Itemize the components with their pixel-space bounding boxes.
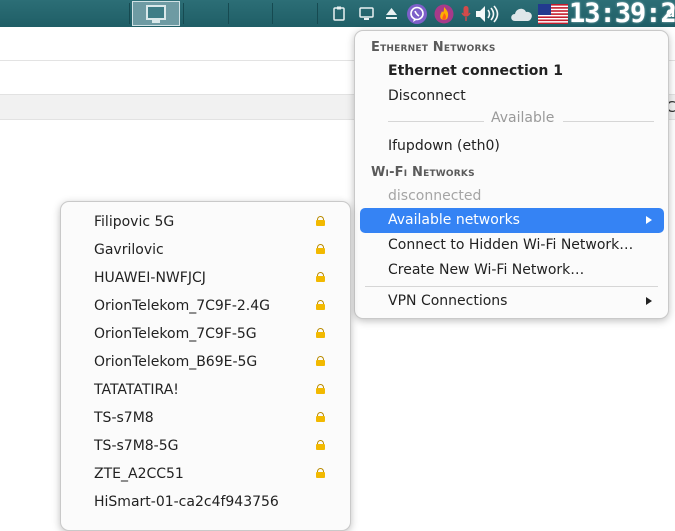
weather-cloud-icon[interactable] [508,0,536,27]
clipboard-icon[interactable] [330,0,348,27]
available-networks-item[interactable]: Available networks [355,208,668,233]
wifi-ssid: Gavrilovic [94,242,164,258]
wifi-network-item[interactable]: OrionTelekom_B69E-5G [61,348,350,376]
lock-icon [316,468,325,478]
available-divider-right [563,121,654,122]
panel-separator [317,3,318,24]
wifi-status-item: disconnected [355,184,668,209]
available-divider-left [388,121,484,122]
display-thumbnail-icon [146,5,166,23]
ifupdown-label: Ifupdown (eth0) [388,138,500,154]
connect-hidden-label: Connect to Hidden Wi-Fi Network… [388,237,634,253]
wifi-network-item[interactable]: Gavrilovic [61,236,350,264]
available-label: Available [491,110,555,126]
wifi-network-item[interactable]: HUAWEI-NWFJCJ [61,264,350,292]
wifi-network-item[interactable]: OrionTelekom_7C9F-2.4G [61,292,350,320]
lock-icon [316,384,325,394]
ifupdown-item[interactable]: Ifupdown (eth0) [355,134,668,159]
workspace-switcher[interactable] [132,1,180,26]
lock-icon [316,328,325,338]
create-new-network-item[interactable]: Create New Wi-Fi Network… [355,258,668,283]
lock-icon [316,272,325,282]
wifi-ssid: TS-s7M8-5G [94,438,179,454]
wifi-ssid: OrionTelekom_7C9F-2.4G [94,298,271,314]
ethernet-connection-label: Ethernet connection 1 [388,63,563,79]
volume-icon[interactable] [474,0,500,27]
submenu-arrow-icon [646,216,652,224]
ethernet-networks-header: Ethernet Networks [371,40,496,55]
menu-separator [365,286,658,287]
user-menu-label[interactable]: d [666,0,675,27]
top-panel: 13:39:28 d [0,0,675,27]
fire-icon[interactable] [432,0,456,27]
wifi-ssid: Filipovic 5G [94,214,175,230]
wifi-ssid: ZTE_A2CC51 [94,466,184,482]
wifi-status-label: disconnected [388,188,482,204]
panel-separator [129,3,130,24]
wifi-network-item[interactable]: ZTE_A2CC51 [61,460,350,488]
lock-icon [316,244,325,254]
connect-hidden-network-item[interactable]: Connect to Hidden Wi-Fi Network… [355,233,668,258]
available-networks-label: Available networks [388,212,520,228]
wifi-ssid: TATATATIRA! [94,382,179,398]
panel-separator [183,3,184,24]
ethernet-connection-item[interactable]: Ethernet connection 1 [355,59,668,84]
microphone-icon[interactable] [458,0,474,27]
eject-icon[interactable] [382,0,400,27]
create-new-label: Create New Wi-Fi Network… [388,262,585,278]
wifi-ssid: HUAWEI-NWFJCJ [94,270,206,286]
wifi-network-item[interactable]: OrionTelekom_7C9F-5G [61,320,350,348]
wifi-ssid: OrionTelekom_B69E-5G [94,354,258,370]
wifi-ssid: OrionTelekom_7C9F-5G [94,326,257,342]
panel-separator [228,3,229,24]
disconnect-item[interactable]: Disconnect [355,84,668,109]
wifi-network-item[interactable]: TS-s7M8-5G [61,432,350,460]
lock-icon [316,412,325,422]
wifi-networks-submenu: Filipovic 5G Gavrilovic HUAWEI-NWFJCJ Or… [60,201,351,531]
vpn-connections-item[interactable]: VPN Connections [355,289,668,314]
wifi-network-item[interactable]: TATATATIRA! [61,376,350,404]
viber-icon[interactable] [404,0,430,27]
wifi-network-item[interactable]: TS-s7M8 [61,404,350,432]
network-menu: Ethernet Networks Ethernet connection 1 … [354,30,669,319]
display-icon[interactable] [356,0,376,27]
panel-separator [272,3,273,24]
wifi-networks-header: Wi-Fi Networks [371,165,475,180]
wifi-ssid: HiSmart-01-ca2c4f943756 [94,494,279,510]
lock-icon [316,440,325,450]
wifi-ssid: TS-s7M8 [94,410,154,426]
vpn-connections-label: VPN Connections [388,293,508,309]
panel-clock[interactable]: 13:39:28 [569,0,675,27]
wifi-network-item[interactable]: HiSmart-01-ca2c4f943756 [61,488,350,516]
wifi-network-item[interactable]: Filipovic 5G [61,208,350,236]
lock-icon [316,356,325,366]
disconnect-label: Disconnect [388,88,466,104]
submenu-arrow-icon [646,297,652,305]
lock-icon [316,216,325,226]
us-flag-icon[interactable] [537,0,568,27]
lock-icon [316,300,325,310]
